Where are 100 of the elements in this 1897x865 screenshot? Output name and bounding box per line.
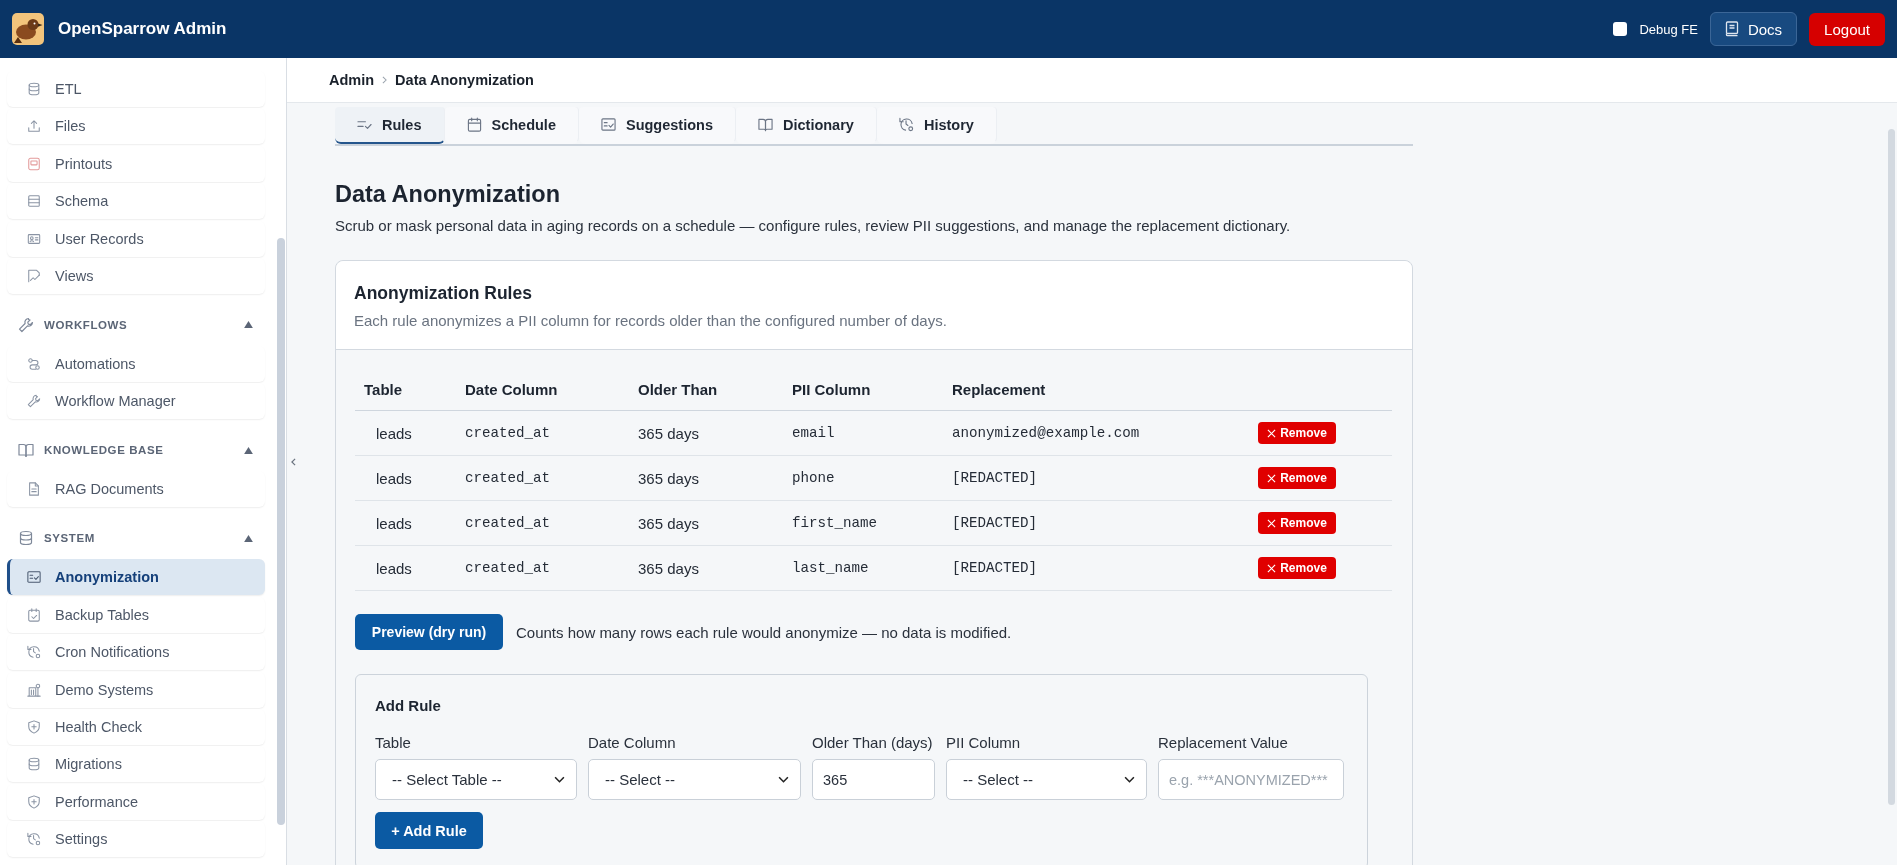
- table-cell-text: first_name: [791, 515, 878, 531]
- database-icon: [27, 757, 41, 772]
- app-title: OpenSparrow Admin: [58, 19, 227, 39]
- sidebar-item[interactable]: Backup Tables: [7, 596, 265, 633]
- column-header: PII Column: [791, 380, 871, 398]
- preview-note: Counts how many rows each rule would anonymize — no data is modified.: [516, 623, 1012, 641]
- x-icon: [1267, 563, 1277, 573]
- table-icon: [27, 194, 41, 209]
- clock-gear-icon: [27, 832, 41, 847]
- document-icon: [27, 156, 41, 171]
- table-cell-text: 365 days: [637, 469, 699, 487]
- section-header[interactable]: WORKFLOWS: [7, 305, 265, 344]
- file-icon: [27, 482, 41, 497]
- sidebar-item[interactable]: User Records: [7, 220, 265, 257]
- breadcrumb-link[interactable]: Admin: [329, 72, 375, 88]
- sidebar-item[interactable]: Views: [7, 257, 265, 294]
- remove-button[interactable]: Remove: [1258, 557, 1336, 579]
- chevron-right-icon: [382, 76, 388, 84]
- page-description: Scrub or mask personal data in aging records on a schedule — configure rules, review PII suggestions, and manage the replacement dictionary.: [335, 216, 1292, 236]
- id-card-icon: [27, 231, 41, 246]
- sidebar-item[interactable]: Performance: [7, 783, 265, 820]
- card-description: Each rule anonymizes a PII column for records older than the configured number of days.: [354, 311, 948, 331]
- add-rule-button[interactable]: + Add Rule: [375, 812, 483, 849]
- sidebar-item[interactable]: ETL: [7, 71, 265, 107]
- table-cell-text: [REDACTED]: [951, 470, 1038, 486]
- bird-logo-icon: [12, 13, 44, 45]
- select-field[interactable]: -- Select Table --: [375, 759, 577, 800]
- sidebar-item[interactable]: Demo Systems: [7, 671, 265, 708]
- book-icon: [18, 442, 34, 459]
- table-cell-text: [REDACTED]: [951, 560, 1038, 576]
- table-cell-text: created_at: [464, 515, 551, 531]
- table-cell-text: 365 days: [637, 559, 699, 577]
- route-icon: [27, 356, 41, 371]
- debug-checkbox[interactable]: [1613, 22, 1628, 36]
- table-cell-text: email: [791, 425, 835, 441]
- sidebar-item[interactable]: Printouts: [7, 145, 265, 182]
- sidebar-item[interactable]: Automations: [7, 345, 265, 382]
- scrollbar-thumb[interactable]: [1888, 129, 1895, 805]
- shield-plus-icon: [27, 719, 41, 734]
- sidebar-item[interactable]: Files: [7, 108, 265, 145]
- breadcrumb-current: Data Anonymization: [395, 72, 534, 88]
- field-label: PII Column: [946, 733, 1021, 753]
- sidebar-item[interactable]: RAG Documents: [7, 471, 265, 508]
- remove-button[interactable]: Remove: [1258, 512, 1336, 534]
- wrench-icon: [18, 316, 34, 333]
- table-cell-text: 365 days: [637, 514, 699, 532]
- docs-button[interactable]: Docs: [1709, 12, 1798, 46]
- card-title: Anonymization Rules: [354, 282, 533, 305]
- panel-title: Add Rule: [375, 696, 442, 716]
- field-label: Replacement Value: [1158, 733, 1288, 753]
- sidebar-item[interactable]: Anonymization: [7, 559, 265, 596]
- table-cell-text: last_name: [791, 560, 869, 576]
- sidebar-item[interactable]: Migrations: [7, 746, 265, 783]
- chevron-down-icon: [554, 776, 565, 783]
- calendar-icon: [466, 117, 482, 132]
- database-icon: [18, 530, 34, 547]
- chevron-down-icon: [778, 776, 789, 783]
- table-cell-text: leads: [375, 424, 412, 442]
- remove-button[interactable]: Remove: [1258, 467, 1336, 489]
- checklist-icon: [600, 117, 616, 132]
- table-cell-text: leads: [375, 514, 412, 532]
- chart-icon: [27, 268, 41, 283]
- column-header: Older Than: [637, 380, 718, 398]
- field-label: Older Than (days): [812, 733, 933, 753]
- checklist-icon: [27, 570, 41, 585]
- table-cell-text: leads: [375, 559, 412, 577]
- input-field[interactable]: e.g. ***ANONYMIZED***: [1158, 759, 1344, 800]
- building-icon: [27, 682, 41, 697]
- clock-gear-icon: [27, 645, 41, 660]
- table-cell-text: 365 days: [637, 424, 699, 442]
- sidebar-item[interactable]: Schema: [7, 183, 265, 220]
- clipboard-check-icon: [27, 607, 41, 622]
- table-cell-text: created_at: [464, 560, 551, 576]
- chevron-left-icon[interactable]: [291, 458, 296, 466]
- sidebar-item[interactable]: Cron Notifications: [7, 634, 265, 671]
- field-label: Date Column: [588, 733, 676, 753]
- preview-button[interactable]: Preview (dry run): [355, 614, 503, 650]
- debug-label[interactable]: Debug FE: [1639, 21, 1698, 37]
- table-cell-text: created_at: [464, 470, 551, 486]
- section-header[interactable]: SYSTEM: [7, 519, 265, 558]
- table-cell-text: [REDACTED]: [951, 515, 1038, 531]
- sidebar-item[interactable]: Health Check: [7, 708, 265, 745]
- scrollbar-thumb[interactable]: [277, 238, 285, 825]
- section-header[interactable]: KNOWLEDGE BASE: [7, 431, 265, 470]
- select-field[interactable]: -- Select --: [946, 759, 1147, 800]
- tab[interactable]: Rules: [335, 107, 445, 144]
- x-icon: [1267, 428, 1277, 438]
- select-field[interactable]: -- Select --: [588, 759, 801, 800]
- table-cell-text: leads: [375, 469, 412, 487]
- remove-button[interactable]: Remove: [1258, 422, 1336, 444]
- clock-gear-icon: [898, 117, 914, 132]
- sidebar-item[interactable]: Settings: [7, 821, 265, 858]
- table-cell-text: phone: [791, 470, 835, 486]
- input-field[interactable]: 365: [812, 759, 935, 800]
- logout-button[interactable]: Logout: [1809, 12, 1885, 46]
- sidebar-item[interactable]: Workflow Manager: [7, 383, 265, 420]
- book-icon: [758, 117, 773, 132]
- x-icon: [1267, 518, 1277, 528]
- table-cell-text: created_at: [464, 425, 551, 441]
- database-icon: [27, 82, 41, 96]
